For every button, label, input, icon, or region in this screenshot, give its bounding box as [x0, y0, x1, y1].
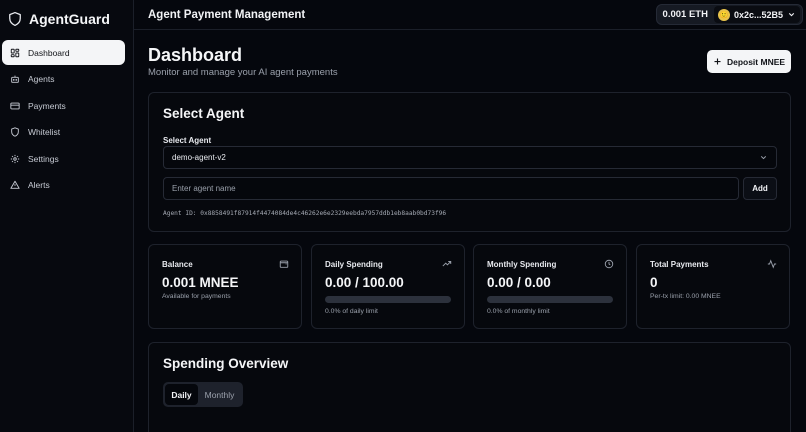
agent-id: Agent ID: 0x8858491f87914f4474084de4c462… [163, 210, 447, 217]
activity-icon [767, 259, 777, 269]
sidebar-item-label: Alerts [28, 180, 50, 190]
stat-value: 0.00 / 0.00 [487, 275, 551, 290]
select-agent-label: Select Agent [163, 136, 212, 145]
brand[interactable]: AgentGuard [0, 0, 133, 37]
agent-select[interactable]: demo-agent-v2 [163, 146, 777, 169]
sidebar-item-label: Whitelist [28, 127, 61, 137]
warning-icon [10, 180, 20, 189]
stat-value: 0 [650, 275, 658, 290]
stat-title: Total Payments [650, 260, 709, 269]
agent-select-value: demo-agent-v2 [172, 153, 226, 162]
brand-name: AgentGuard [29, 10, 110, 27]
main-content: Dashboard Monitor and manage your AI age… [134, 31, 806, 432]
stat-title: Balance [162, 260, 193, 269]
shield-icon [11, 127, 19, 137]
spending-overview-heading: Spending Overview [163, 356, 289, 371]
app-title: Agent Payment Management [148, 8, 306, 21]
chevron-down-icon [760, 156, 767, 160]
bot-icon [11, 75, 19, 83]
account-chip[interactable]: 🙂 0x2c...52B5 [713, 6, 800, 23]
page-subtitle: Monitor and manage your AI agent payment… [148, 67, 338, 78]
select-agent-card: Select Agent Select Agent demo-agent-v2 … [148, 92, 791, 232]
stat-title: Monthly Spending [487, 260, 557, 269]
deposit-button[interactable]: Deposit MNEE [707, 50, 791, 73]
sidebar-item-label: Settings [28, 153, 59, 164]
deposit-label: Deposit MNEE [726, 56, 786, 67]
gear-icon [10, 154, 20, 163]
plus-icon [714, 58, 721, 65]
wallet-address: 0x2c...52B5 [733, 9, 783, 20]
wallet-button[interactable]: 0.001 ETH 🙂 0x2c...52B5 [655, 4, 803, 25]
trending-up-icon [442, 261, 452, 267]
stat-value: 0.001 MNEE [162, 275, 239, 290]
select-agent-heading: Select Agent [163, 106, 245, 121]
page-title: Dashboard [148, 45, 243, 65]
sidebar: AgentGuard Dashboard Agents Payments Whi… [0, 0, 134, 432]
stat-subtitle: Available for payments [162, 293, 231, 300]
monthly-progress-bar [487, 296, 613, 303]
sidebar-item-agents[interactable]: Agents [2, 67, 125, 92]
stat-value: 0.00 / 100.00 [325, 275, 404, 290]
sidebar-item-payments[interactable]: Payments [2, 93, 125, 118]
card-icon [10, 102, 20, 109]
clock-icon [604, 259, 614, 269]
tab-monthly[interactable]: Monthly [198, 384, 241, 405]
dashboard-icon [10, 48, 20, 57]
sidebar-nav: Dashboard Agents Payments Whitelist Sett… [0, 37, 133, 198]
sidebar-item-settings[interactable]: Settings [2, 146, 125, 171]
sidebar-item-label: Dashboard [28, 47, 70, 58]
stat-card-daily-spending: Daily Spending 0.00 / 100.00 0.0% of dai… [311, 244, 465, 329]
shield-logo-icon [9, 11, 21, 26]
stat-card-total-payments: Total Payments 0 Per-tx limit: 0.00 MNEE [636, 244, 790, 329]
sidebar-item-whitelist[interactable]: Whitelist [2, 120, 125, 145]
stat-subtitle: 0.0% of monthly limit [487, 308, 550, 315]
top-bar: Agent Payment Management 0.001 ETH 🙂 0x2… [134, 0, 806, 30]
wallet-icon [279, 260, 289, 268]
sidebar-item-label: Payments [28, 100, 66, 111]
stat-subtitle: Per-tx limit: 0.00 MNEE [650, 293, 721, 300]
tab-daily[interactable]: Daily [165, 384, 198, 405]
add-agent-button[interactable]: Add [743, 177, 777, 200]
spending-overview-card: Spending Overview Daily Monthly [148, 342, 791, 432]
stat-card-balance: Balance 0.001 MNEE Available for payment… [148, 244, 302, 329]
avatar: 🙂 [717, 8, 730, 21]
stat-card-monthly-spending: Monthly Spending 0.00 / 0.00 0.0% of mon… [473, 244, 627, 329]
daily-progress-bar [325, 296, 451, 303]
agent-name-input[interactable] [163, 177, 739, 200]
sidebar-item-dashboard[interactable]: Dashboard [2, 40, 125, 65]
sidebar-item-label: Agents [28, 74, 55, 84]
chevron-down-icon [788, 12, 795, 17]
stat-subtitle: 0.0% of daily limit [325, 308, 378, 315]
stat-title: Daily Spending [325, 260, 383, 269]
eth-balance: 0.001 ETH [662, 9, 708, 20]
period-toggle: Daily Monthly [163, 382, 243, 407]
sidebar-item-alerts[interactable]: Alerts [2, 173, 125, 198]
